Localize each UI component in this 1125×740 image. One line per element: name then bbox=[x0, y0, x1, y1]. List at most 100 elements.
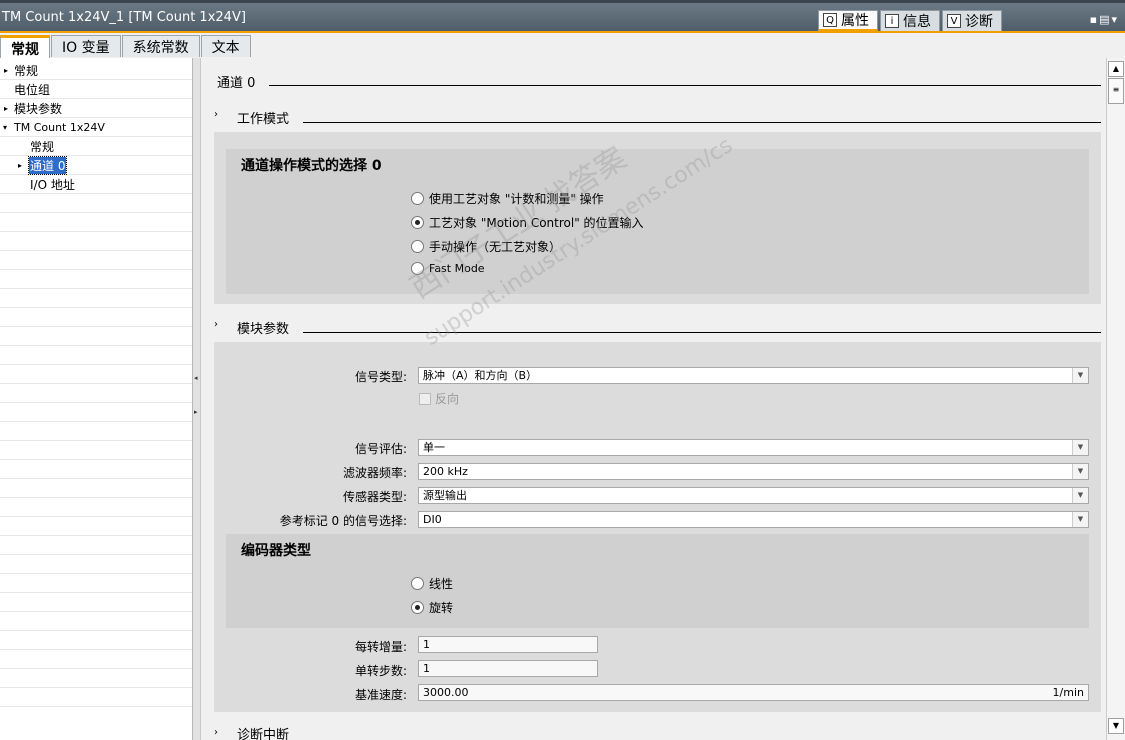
collapse-arrow-icon[interactable]: ▾ bbox=[3, 123, 7, 132]
signal-type-label: 信号类型: bbox=[354, 370, 407, 384]
checkbox-box[interactable] bbox=[419, 392, 431, 405]
tree-item-label: 常规 bbox=[30, 139, 55, 154]
window-title: TM Count 1x24V_1 [TM Count 1x24V] bbox=[2, 10, 246, 25]
radio-button-selected[interactable] bbox=[411, 216, 424, 229]
sensor-type-label: 传感器类型: bbox=[342, 490, 407, 504]
tree-item-label: 模块参数 bbox=[14, 101, 63, 116]
dropdown-arrow-icon[interactable]: ▼ bbox=[1072, 512, 1088, 527]
encoder-type-group: 编码器类型 线性 旋转 bbox=[226, 534, 1089, 628]
accent-line bbox=[0, 31, 1125, 33]
tree-item-general[interactable]: ▸ 常规 bbox=[0, 61, 192, 80]
section-module-params[interactable]: 模块参数 bbox=[237, 318, 289, 337]
increments-label: 每转增量: bbox=[354, 640, 407, 654]
sensor-type-select[interactable]: 源型输出 ▼ bbox=[418, 487, 1089, 504]
tree-item-potential-group[interactable]: 电位组 bbox=[0, 80, 192, 99]
steps-input[interactable]: 1 bbox=[418, 660, 598, 677]
tree-item-label-selected: 通道 0 bbox=[27, 155, 68, 175]
tree-item-tm-count[interactable]: ▾ TM Count 1x24V bbox=[0, 118, 192, 137]
window-controls-icon[interactable]: ▪▤▾ bbox=[1090, 13, 1119, 26]
vertical-scrollbar[interactable]: ▲ ≡ ▼ bbox=[1106, 58, 1125, 740]
unit-label: 1/min bbox=[1052, 686, 1084, 699]
radio-label: 旋转 bbox=[429, 601, 454, 615]
tab-diagnostics[interactable]: V 诊断 bbox=[942, 10, 1002, 32]
expand-arrow-icon[interactable]: ▸ bbox=[18, 161, 22, 170]
dropdown-arrow-icon[interactable]: ▼ bbox=[1072, 464, 1088, 479]
encoder-type-heading: 编码器类型 bbox=[241, 543, 311, 559]
tab-info-label: 信息 bbox=[903, 14, 931, 30]
radio-label: Fast Mode bbox=[429, 262, 485, 275]
navigation-tree: ▸ 常规 电位组 ▸ 模块参数 ▾ TM Count 1x24V 常规 ▸ 通道… bbox=[0, 58, 193, 740]
select-value: DI0 bbox=[423, 513, 442, 526]
ref-speed-label: 基准速度: bbox=[354, 688, 407, 702]
tab-properties[interactable]: Q 属性 bbox=[818, 10, 878, 32]
divider bbox=[303, 122, 1101, 123]
select-value: 源型输出 bbox=[423, 489, 467, 502]
op-mode-option-fast-mode[interactable]: Fast Mode bbox=[411, 262, 485, 275]
invert-checkbox[interactable]: 反向 bbox=[419, 390, 459, 407]
collapse-left-icon[interactable]: ◂ bbox=[194, 374, 198, 382]
dropdown-arrow-icon[interactable]: ▼ bbox=[1072, 368, 1088, 383]
encoder-option-rotary[interactable]: 旋转 bbox=[411, 599, 453, 616]
op-mode-option-motion-control[interactable]: 工艺对象 "Motion Control" 的位置输入 bbox=[411, 214, 644, 231]
diagnostics-icon: V bbox=[947, 14, 961, 28]
tree-item-module-params[interactable]: ▸ 模块参数 bbox=[0, 99, 192, 118]
select-value: 单一 bbox=[423, 441, 445, 454]
tab-diagnostics-label: 诊断 bbox=[965, 14, 993, 30]
signal-type-select[interactable]: 脉冲（A）和方向（B） ▼ bbox=[418, 367, 1089, 384]
tab-system-constants[interactable]: 系统常数 bbox=[121, 35, 200, 57]
section-diag[interactable]: 诊断中断 bbox=[237, 724, 289, 740]
properties-content: 通道 0 › 工作模式 通道操作模式的选择 0 使用工艺对象 "计数和测量" 操… bbox=[201, 58, 1106, 740]
module-params-panel: 信号类型: 脉冲（A）和方向（B） ▼ 反向 信号评估: 单一 ▼ 滤波器频率:… bbox=[214, 342, 1101, 712]
radio-button-selected[interactable] bbox=[411, 601, 424, 614]
op-mode-option-counting[interactable]: 使用工艺对象 "计数和测量" 操作 bbox=[411, 190, 604, 207]
tab-info[interactable]: i 信息 bbox=[880, 10, 940, 32]
expand-arrow-icon[interactable]: ▸ bbox=[4, 104, 8, 113]
dropdown-arrow-icon[interactable]: ▼ bbox=[1072, 440, 1088, 455]
dropdown-arrow-icon[interactable]: ▼ bbox=[1072, 488, 1088, 503]
tree-item-tm-general[interactable]: 常规 bbox=[0, 137, 192, 156]
tab-texts[interactable]: 文本 bbox=[200, 35, 251, 57]
op-mode-option-manual[interactable]: 手动操作（无工艺对象） bbox=[411, 238, 561, 255]
section-toggle-icon[interactable]: › bbox=[214, 319, 218, 330]
ref-speed-input[interactable]: 3000.00 1/min bbox=[418, 684, 1089, 701]
section-toggle-icon[interactable]: › bbox=[214, 727, 218, 738]
signal-eval-label: 信号评估: bbox=[354, 442, 407, 456]
scroll-up-icon[interactable]: ▲ bbox=[1108, 61, 1124, 77]
tab-io-tags[interactable]: IO 变量 bbox=[51, 35, 121, 57]
channel-title: 通道 0 bbox=[217, 76, 256, 91]
tab-properties-label: 属性 bbox=[841, 13, 869, 29]
select-value: 脉冲（A）和方向（B） bbox=[423, 369, 538, 382]
radio-button[interactable] bbox=[411, 240, 424, 253]
title-bar: TM Count 1x24V_1 [TM Count 1x24V] Q 属性 i… bbox=[0, 0, 1125, 32]
tree-item-label: TM Count 1x24V bbox=[14, 120, 105, 134]
work-mode-panel: 通道操作模式的选择 0 使用工艺对象 "计数和测量" 操作 工艺对象 "Moti… bbox=[214, 132, 1101, 304]
tree-item-label: I/O 地址 bbox=[30, 177, 75, 192]
ref-mark-select[interactable]: DI0 ▼ bbox=[418, 511, 1089, 528]
filter-freq-label: 滤波器频率: bbox=[342, 466, 407, 480]
filter-freq-select[interactable]: 200 kHz ▼ bbox=[418, 463, 1089, 480]
panel-splitter[interactable]: ◂ ▸ bbox=[193, 58, 201, 740]
tree-empty-rows bbox=[0, 194, 192, 714]
encoder-option-linear[interactable]: 线性 bbox=[411, 575, 453, 592]
divider bbox=[269, 85, 1101, 86]
tree-item-channel-0[interactable]: ▸ 通道 0 bbox=[0, 155, 192, 175]
tab-general[interactable]: 常规 bbox=[0, 35, 50, 59]
radio-label: 工艺对象 "Motion Control" 的位置输入 bbox=[429, 216, 644, 230]
expand-right-icon[interactable]: ▸ bbox=[194, 408, 198, 416]
radio-button[interactable] bbox=[411, 577, 424, 590]
checkbox-label: 反向 bbox=[435, 392, 460, 406]
increments-input[interactable]: 1 bbox=[418, 636, 598, 653]
scroll-thumb[interactable]: ≡ bbox=[1108, 78, 1124, 104]
scroll-down-icon[interactable]: ▼ bbox=[1108, 718, 1124, 734]
info-icon: i bbox=[885, 14, 899, 28]
expand-arrow-icon[interactable]: ▸ bbox=[4, 66, 8, 75]
radio-button[interactable] bbox=[411, 192, 424, 205]
signal-eval-select[interactable]: 单一 ▼ bbox=[418, 439, 1089, 456]
tree-item-io-address[interactable]: I/O 地址 bbox=[0, 175, 192, 194]
op-mode-group: 通道操作模式的选择 0 使用工艺对象 "计数和测量" 操作 工艺对象 "Moti… bbox=[226, 149, 1089, 294]
op-mode-heading: 通道操作模式的选择 0 bbox=[241, 158, 382, 174]
inspector-tabs: Q 属性 i 信息 V 诊断 bbox=[818, 10, 1002, 32]
section-work-mode[interactable]: 工作模式 bbox=[237, 108, 289, 127]
radio-button[interactable] bbox=[411, 262, 424, 275]
section-toggle-icon[interactable]: › bbox=[214, 109, 218, 120]
